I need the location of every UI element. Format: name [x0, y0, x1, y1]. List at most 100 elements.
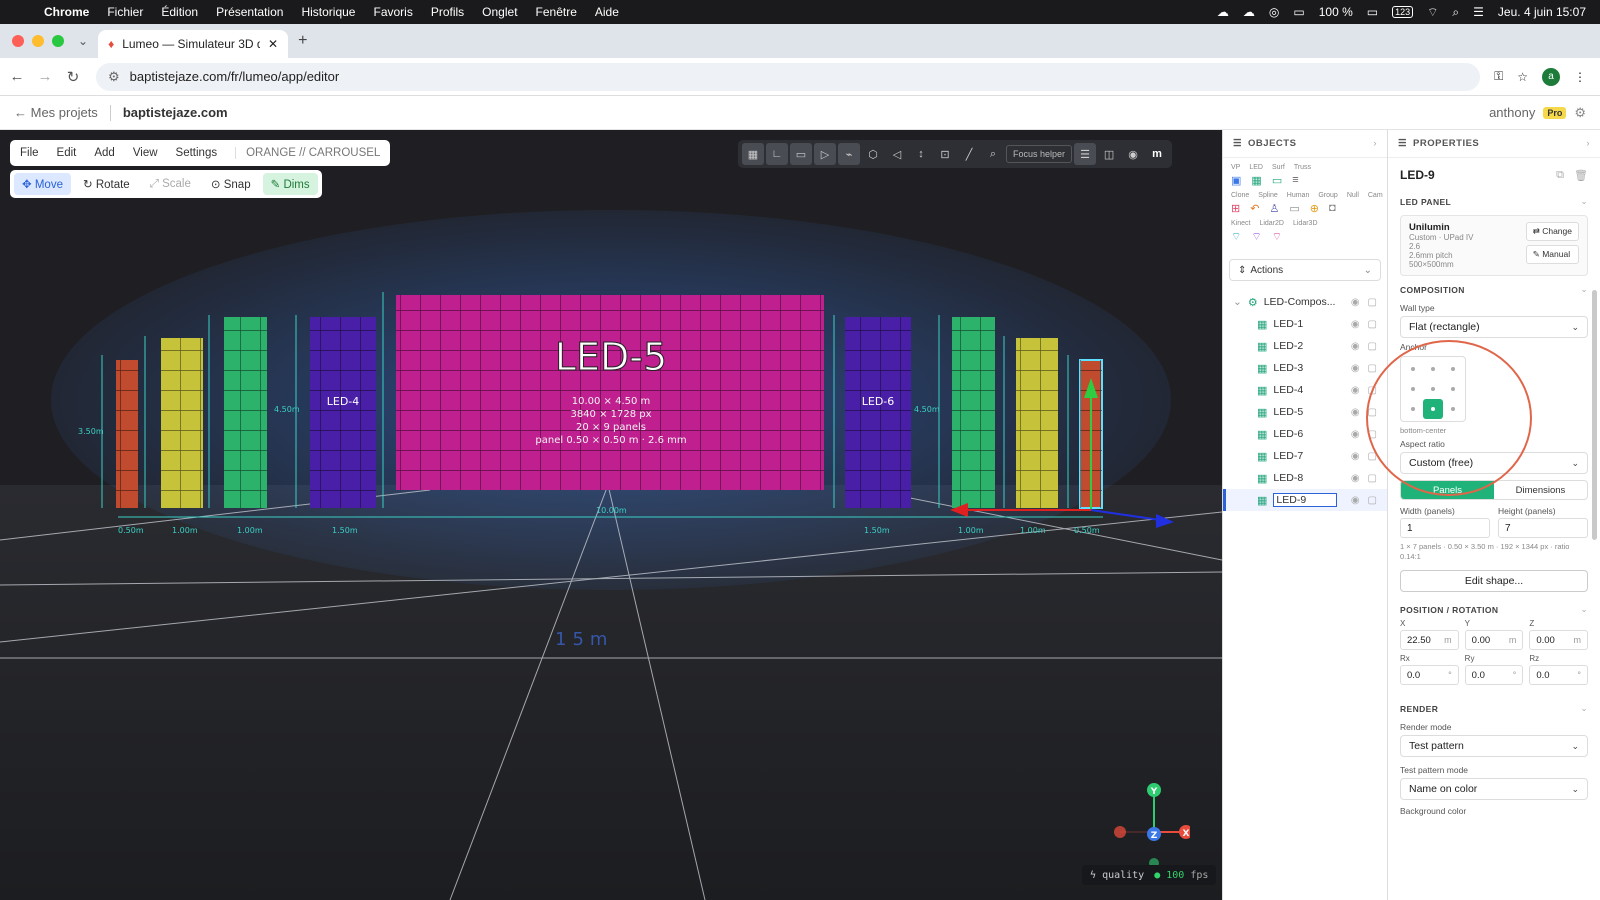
- add-null-icon[interactable]: ⊕: [1310, 202, 1319, 215]
- menu-onglet[interactable]: Onglet: [482, 5, 517, 19]
- rotation-z-input[interactable]: 0.0 °: [1529, 665, 1589, 685]
- spotlight-icon[interactable]: ⌕: [1452, 5, 1459, 20]
- collapse-properties-icon[interactable]: ›: [1586, 138, 1590, 149]
- tab-list-icon[interactable]: ⌄: [78, 34, 88, 48]
- window-icon[interactable]: ▭: [1293, 5, 1304, 19]
- visibility-eye-icon[interactable]: ◉: [1351, 363, 1360, 374]
- height-icon[interactable]: ↕: [910, 143, 932, 165]
- lock-icon[interactable]: ▢: [1368, 363, 1377, 374]
- menu-profils[interactable]: Profils: [431, 5, 464, 19]
- visibility-eye-icon[interactable]: ◉: [1351, 407, 1360, 418]
- chevron-down-icon[interactable]: ⌄: [1580, 604, 1588, 615]
- change-panel-button[interactable]: ⇄ Change: [1525, 222, 1579, 241]
- battery-icon[interactable]: ▭: [1367, 5, 1378, 19]
- username[interactable]: anthony: [1489, 105, 1535, 120]
- move-tool-button[interactable]: ✥ Move: [14, 173, 71, 195]
- projector-icon[interactable]: ◁: [886, 143, 908, 165]
- add-camera-icon[interactable]: ◘: [1329, 202, 1336, 215]
- menu-fenetre[interactable]: Fenêtre: [536, 5, 577, 19]
- dims-toggle[interactable]: ✎ Dims: [262, 173, 318, 195]
- add-lidar3d-icon[interactable]: ⌔: [1272, 230, 1282, 244]
- add-clone-icon[interactable]: ⊞: [1231, 202, 1240, 215]
- visibility-eye-icon[interactable]: ◉: [1351, 473, 1360, 484]
- cloud-sync-icon[interactable]: ☁: [1243, 5, 1255, 19]
- site-info-icon[interactable]: ⚙: [108, 69, 120, 85]
- badge-icon[interactable]: 123: [1392, 6, 1414, 18]
- cable-icon[interactable]: ⌁: [838, 143, 860, 165]
- chevron-down-icon[interactable]: ⌄: [1580, 703, 1588, 714]
- menu-settings[interactable]: Settings: [176, 147, 218, 159]
- lock-icon[interactable]: ▢: [1368, 297, 1377, 308]
- control-center-icon[interactable]: ☰: [1473, 5, 1484, 19]
- visibility-eye-icon[interactable]: ◉: [1351, 319, 1360, 330]
- item-name-editing[interactable]: LED-9: [1273, 493, 1337, 507]
- scene-render[interactable]: 15m 3.50m 4.50m 4.50m 0.50m 1.00m 1.00m …: [0, 130, 1222, 900]
- chevron-down-icon[interactable]: ⌄: [1580, 284, 1588, 295]
- measure-icon[interactable]: ▭: [790, 143, 812, 165]
- add-group-icon[interactable]: ▭: [1289, 202, 1299, 215]
- camera-view-icon[interactable]: ◉: [1122, 143, 1144, 165]
- new-tab-icon[interactable]: +: [298, 32, 307, 50]
- position-section[interactable]: POSITION / ROTATION ⌄: [1388, 600, 1600, 619]
- lock-icon[interactable]: ▢: [1368, 495, 1377, 506]
- visibility-eye-icon[interactable]: ◉: [1351, 495, 1360, 506]
- close-window-icon[interactable]: [12, 35, 24, 47]
- dimensions-tab[interactable]: Dimensions: [1494, 481, 1587, 499]
- datetime[interactable]: Jeu. 4 juin 15:07: [1498, 5, 1586, 19]
- unit-toggle[interactable]: m: [1146, 143, 1168, 165]
- cloud-icon[interactable]: ☁: [1217, 5, 1229, 19]
- add-led-icon[interactable]: ▦: [1251, 174, 1261, 187]
- composition-section[interactable]: COMPOSITION ⌄: [1388, 280, 1600, 299]
- delete-icon[interactable]: 🗑: [1574, 169, 1588, 182]
- add-surface-icon[interactable]: ▭: [1272, 174, 1282, 187]
- back-to-projects-link[interactable]: ← Mes projets: [14, 105, 98, 120]
- object-icon[interactable]: ⬡: [862, 143, 884, 165]
- creative-cloud-icon[interactable]: ◎: [1269, 5, 1279, 19]
- tree-item-led-5[interactable]: ▦ LED-5 ◉ ▢: [1223, 401, 1387, 423]
- tree-item-led-8[interactable]: ▦ LED-8 ◉ ▢: [1223, 467, 1387, 489]
- lock-icon[interactable]: ▢: [1368, 473, 1377, 484]
- focus-helper-button[interactable]: Focus helper: [1006, 145, 1073, 163]
- menu-presentation[interactable]: Présentation: [216, 5, 283, 19]
- axes-icon[interactable]: ∟: [766, 143, 788, 165]
- label-icon[interactable]: ▷: [814, 143, 836, 165]
- visibility-eye-icon[interactable]: ◉: [1351, 429, 1360, 440]
- tree-item-led-1[interactable]: ▦ LED-1 ◉ ▢: [1223, 313, 1387, 335]
- position-z-input[interactable]: 0.00 m: [1529, 630, 1589, 650]
- add-lidar2d-icon[interactable]: ⌔: [1251, 230, 1261, 244]
- menu-edition[interactable]: Édition: [161, 5, 198, 19]
- line-icon[interactable]: ╱: [958, 143, 980, 165]
- menu-view[interactable]: View: [133, 147, 158, 159]
- close-tab-icon[interactable]: ✕: [268, 37, 278, 51]
- visibility-eye-icon[interactable]: ◉: [1351, 341, 1360, 352]
- menu-favoris[interactable]: Favoris: [373, 5, 412, 19]
- position-x-input[interactable]: 22.50 m: [1400, 630, 1459, 650]
- 3d-viewport[interactable]: 15m 3.50m 4.50m 4.50m 0.50m 1.00m 1.00m …: [0, 130, 1222, 900]
- reload-icon[interactable]: ↻: [62, 68, 84, 86]
- tree-item-led-4[interactable]: ▦ LED-4 ◉ ▢: [1223, 379, 1387, 401]
- menu-fichier[interactable]: Fichier: [107, 5, 143, 19]
- maximize-window-icon[interactable]: [52, 35, 64, 47]
- rotation-x-input[interactable]: 0.0 °: [1400, 665, 1459, 685]
- settings-gear-icon[interactable]: ⚙: [1574, 105, 1586, 121]
- add-kinect-icon[interactable]: ⌔: [1231, 230, 1241, 244]
- tree-item-led-7[interactable]: ▦ LED-7 ◉ ▢: [1223, 445, 1387, 467]
- tree-item-led-2[interactable]: ▦ LED-2 ◉ ▢: [1223, 335, 1387, 357]
- expand-chevron-icon[interactable]: ⌄: [1233, 296, 1242, 308]
- visibility-eye-icon[interactable]: ◉: [1351, 385, 1360, 396]
- test-pattern-select[interactable]: Name on color ⌄: [1400, 778, 1588, 800]
- render-mode-select[interactable]: Test pattern ⌄: [1400, 735, 1588, 757]
- browser-menu-icon[interactable]: ⋮: [1574, 70, 1586, 84]
- edit-shape-button[interactable]: Edit shape...: [1400, 570, 1588, 592]
- minimize-window-icon[interactable]: [32, 35, 44, 47]
- axis-gizmo[interactable]: Y X Z: [1110, 775, 1190, 865]
- add-truss-icon[interactable]: ≡: [1292, 174, 1298, 187]
- add-spline-icon[interactable]: ↶: [1250, 202, 1259, 215]
- forward-icon[interactable]: →: [34, 68, 56, 85]
- visibility-eye-icon[interactable]: ◉: [1351, 451, 1360, 462]
- tree-item-led-9-selected[interactable]: ▦ LED-9 ◉ ▢: [1223, 489, 1387, 511]
- address-bar[interactable]: ⚙ baptistejaze.com/fr/lumeo/app/editor: [96, 62, 1481, 91]
- position-y-input[interactable]: 0.00 m: [1464, 630, 1524, 650]
- browser-tab[interactable]: ♦ Lumeo — Simulateur 3D de v ✕: [98, 30, 289, 58]
- sliders-icon[interactable]: ☰: [1074, 143, 1097, 165]
